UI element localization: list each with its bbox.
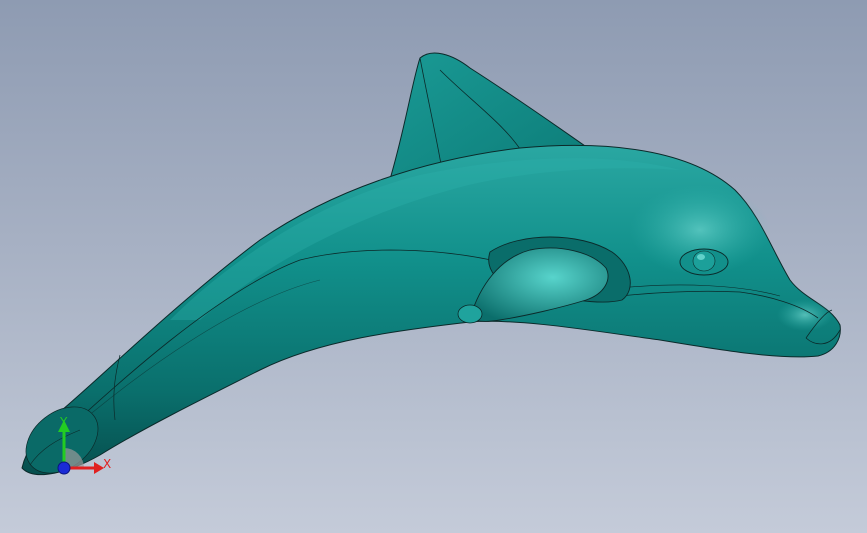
cad-3d-viewport[interactable]: Y X <box>0 0 867 533</box>
x-axis-label: X <box>103 457 111 471</box>
z-axis-dot <box>57 461 71 475</box>
y-axis-label: Y <box>59 415 68 429</box>
dolphin-eye <box>692 250 716 272</box>
dolphin-model[interactable]: Y X <box>0 0 867 533</box>
